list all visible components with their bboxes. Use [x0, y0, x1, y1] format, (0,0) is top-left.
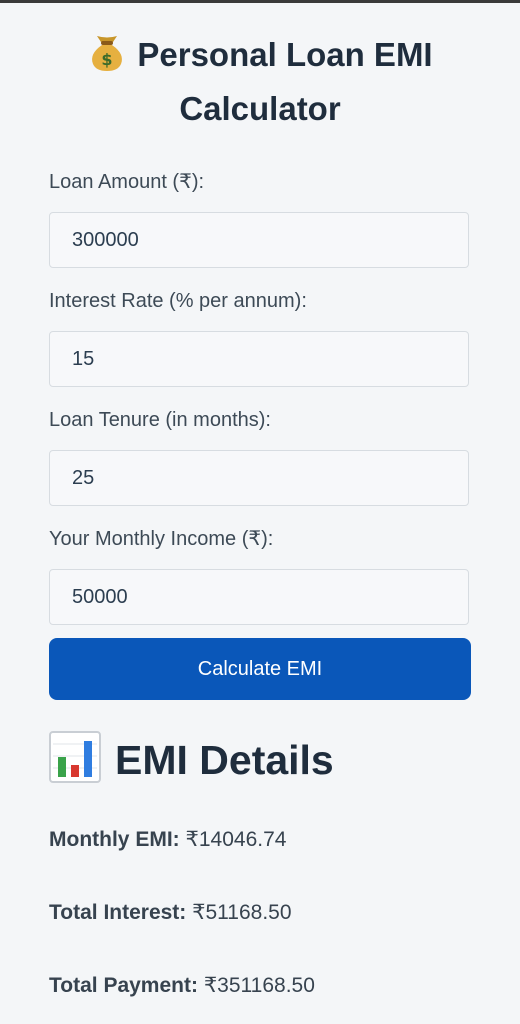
monthly-emi-row: Monthly EMI: ₹14046.74 — [49, 826, 286, 854]
money-bag-icon: $ — [92, 36, 123, 71]
total-interest-label: Total Interest: — [49, 901, 187, 924]
monthly-income-input[interactable] — [49, 569, 469, 625]
monthly-income-label: Your Monthly Income (₹): — [49, 528, 274, 550]
monthly-emi-value: ₹14046.74 — [185, 828, 287, 851]
total-payment-value: ₹351168.50 — [203, 974, 315, 997]
total-interest-value: ₹51168.50 — [192, 901, 292, 924]
page-title: $ Personal Loan EMI Calculator — [40, 28, 480, 136]
loan-amount-label: Loan Amount (₹): — [49, 171, 205, 193]
loan-amount-input[interactable] — [49, 212, 469, 268]
bar-chart-icon — [49, 731, 101, 783]
total-payment-label: Total Payment: — [49, 974, 198, 997]
page-title-text: Personal Loan EMI Calculator — [137, 36, 433, 127]
interest-rate-label: Interest Rate (% per annum): — [49, 290, 307, 312]
total-interest-row: Total Interest: ₹51168.50 — [49, 899, 292, 927]
emi-details-heading: EMI Details — [49, 730, 334, 790]
interest-rate-input[interactable] — [49, 331, 469, 387]
emi-details-title: EMI Details — [115, 737, 334, 783]
total-payment-row: Total Payment: ₹351168.50 — [49, 972, 315, 1000]
emi-calculator: $ Personal Loan EMI Calculator Loan Amou… — [0, 0, 520, 1024]
calculate-emi-button[interactable]: Calculate EMI — [49, 638, 471, 700]
loan-tenure-label: Loan Tenure (in months): — [49, 409, 271, 431]
monthly-emi-label: Monthly EMI: — [49, 828, 180, 851]
loan-tenure-input[interactable] — [49, 450, 469, 506]
svg-text:$: $ — [102, 50, 113, 69]
